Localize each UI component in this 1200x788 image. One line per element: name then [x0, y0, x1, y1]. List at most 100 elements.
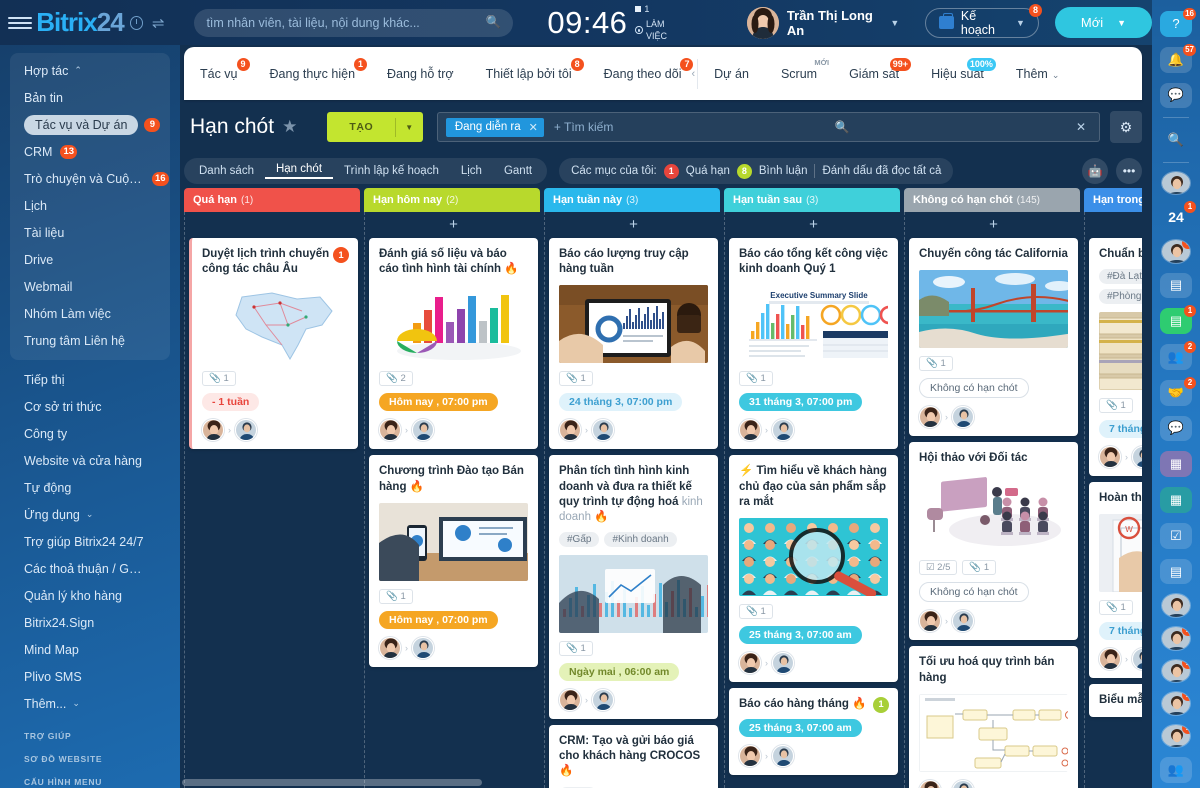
avatar[interactable]	[379, 636, 401, 659]
avatar[interactable]	[592, 689, 614, 712]
help-icon[interactable]: ? 16	[1160, 8, 1196, 37]
chevron-down-icon[interactable]: ⌄	[1052, 70, 1060, 80]
filter-chip[interactable]: Đang diễn ra ✕	[445, 117, 544, 137]
contact-card-icon[interactable]: ▤	[1160, 272, 1192, 299]
sidebar-link-8[interactable]: Quản lý kho hàng	[0, 582, 180, 609]
column-header[interactable]: Hạn tuần này (3)	[544, 188, 720, 212]
search-icon[interactable]: 🔍	[486, 15, 502, 30]
tab-4[interactable]: Đang theo dõi 7	[588, 57, 698, 81]
avatar[interactable]	[772, 651, 794, 674]
global-search-input[interactable]: tìm nhân viên, tài liệu, nội dung khác..…	[194, 8, 514, 37]
bitrix24-logo[interactable]: Bitrix24	[36, 7, 124, 38]
add-card-button[interactable]: +	[549, 212, 718, 238]
card-tag[interactable]: #Kinh doanh	[604, 532, 677, 548]
avatar[interactable]	[739, 419, 761, 442]
clock-icon[interactable]	[129, 15, 143, 30]
new-button[interactable]: Mới ▼	[1054, 7, 1153, 38]
avatar[interactable]	[235, 419, 257, 442]
more-options-icon[interactable]: •••	[1116, 158, 1142, 184]
sidebar-item-6[interactable]: Drive	[10, 246, 170, 273]
column-header[interactable]: Không có hạn chót (145)	[904, 188, 1080, 212]
tab-6[interactable]: Scrum MỚI	[765, 58, 833, 81]
mark-all-read-link[interactable]: Đánh dấu đã đọc tất cả	[822, 165, 941, 177]
sidebar-item-2[interactable]: CRM 13	[10, 138, 170, 165]
column-header[interactable]: Hạn hôm nay (2)	[364, 188, 540, 212]
column-header[interactable]: Hạn trong	[1084, 188, 1142, 212]
avatar[interactable]	[559, 419, 581, 442]
sidebar-link-1[interactable]: Cơ sở tri thức	[0, 393, 180, 420]
tab-9[interactable]: Thêm ⌄	[1000, 67, 1076, 81]
sidebar-item-7[interactable]: Webmail	[10, 273, 170, 300]
sidebar-link-10[interactable]: Mind Map	[0, 636, 180, 663]
view-tab-3[interactable]: Lịch	[450, 165, 493, 177]
filter-bar[interactable]: Đang diễn ra ✕ + Tìm kiếm 🔍 ✕	[436, 112, 1100, 142]
tab-1[interactable]: Đang thực hiện 1	[254, 57, 372, 81]
avatar[interactable]	[1099, 446, 1121, 469]
bell-icon[interactable]: 🔔 57	[1160, 43, 1196, 73]
check-box-icon[interactable]: ☑	[1160, 522, 1192, 549]
avatar[interactable]	[772, 745, 794, 768]
avatar[interactable]	[739, 651, 761, 674]
sidebar-item-1[interactable]: Tác vụ và Dự án 9	[10, 111, 170, 138]
card-tag[interactable]: #Đà Lạt	[1099, 269, 1142, 285]
avatar-icon[interactable]: 1	[1161, 691, 1191, 716]
sidebar-item-4[interactable]: Lịch	[10, 192, 170, 219]
avatar[interactable]	[202, 419, 224, 442]
view-tab-1[interactable]: Hạn chót	[264, 163, 334, 179]
avatar[interactable]	[412, 636, 434, 659]
plan-button[interactable]: Kế hoạch ▼ 8	[925, 3, 1042, 38]
chevron-down-icon[interactable]: ⌄	[72, 698, 80, 709]
sidebar-link-2[interactable]: Công ty	[0, 420, 180, 447]
avatar-icon[interactable]: 1	[1161, 625, 1191, 651]
close-icon[interactable]: ✕	[529, 121, 538, 134]
sidebar-link-5[interactable]: Ứng dụng ⌄	[0, 501, 180, 528]
task-card[interactable]: Phân tích tình hình kinh doanh và đưa ra…	[549, 455, 718, 720]
tab-2[interactable]: Đang hỗ trợ	[371, 67, 470, 81]
task-card[interactable]: Tối ưu hoá quy trình bán hàng›	[909, 646, 1078, 788]
sidebar-link-4[interactable]: Tự động	[0, 474, 180, 501]
overdue-label[interactable]: Quá hạn	[686, 165, 730, 177]
sliders-icon[interactable]: ⇌	[152, 14, 165, 32]
task-card[interactable]: Báo cáo tổng kết công việc kinh doanh Qu…	[729, 238, 898, 450]
avatar-icon[interactable]	[1161, 170, 1191, 196]
tab-0[interactable]: Tác vụ 9	[184, 57, 254, 81]
task-card[interactable]: Báo cáo hàng tháng 🔥 1 25 tháng 3, 07:00 a…	[729, 687, 898, 776]
id-card-icon[interactable]: ▤	[1160, 558, 1192, 585]
avatar[interactable]	[1132, 446, 1142, 469]
task-card[interactable]: Chuẩn bị h tháng 12 #Đà Lạt#mới#Phòng tr 📎…	[1089, 238, 1142, 477]
add-card-button[interactable]: +	[909, 212, 1078, 238]
sidebar-item-8[interactable]: Nhóm Làm việc	[10, 300, 170, 327]
task-card[interactable]: Báo cáo lượng truy cập hàng tuần 📎 1 24 th…	[549, 238, 718, 450]
sidebar-link-0[interactable]: Tiếp thị	[0, 366, 180, 393]
column-header[interactable]: Hạn tuần sau (3)	[724, 188, 900, 212]
work-status[interactable]: 1 LÀM VIỆC	[635, 3, 684, 42]
tab-5[interactable]: Dự án	[698, 67, 765, 81]
avatar-icon[interactable]: 1	[1161, 658, 1191, 684]
create-button[interactable]: TẠO ▼	[327, 112, 423, 142]
sidebar-link-7[interactable]: Các thoả thuận / Giao dịch	[0, 555, 180, 582]
comments-label[interactable]: Bình luận	[759, 165, 808, 177]
sidebar-group-header[interactable]: Hợp tác ⌃	[10, 57, 170, 84]
sidebar-item-5[interactable]: Tài liệu	[10, 219, 170, 246]
chat-group-icon[interactable]: 💬	[1160, 415, 1192, 442]
search-icon[interactable]: 🔍	[1160, 127, 1192, 153]
add-card-button[interactable]: +	[369, 212, 538, 238]
view-tab-2[interactable]: Trình lập kế hoạch	[333, 165, 450, 177]
settings-gear-icon[interactable]: ⚙	[1110, 111, 1142, 143]
tab-3[interactable]: Thiết lập bởi tôi 8	[470, 57, 588, 81]
tab-7[interactable]: Giám sát 99+	[833, 57, 915, 81]
search-icon[interactable]: 🔍	[830, 120, 855, 134]
avatar[interactable]	[412, 419, 434, 442]
people-icon[interactable]: 👥	[1160, 757, 1192, 783]
view-tab-4[interactable]: Gantt	[493, 165, 543, 177]
bitrix24-icon[interactable]: 24 1	[1160, 201, 1196, 230]
sidebar-footer-link-2[interactable]: CẤU HÌNH MENU	[24, 777, 180, 787]
clear-filter-icon[interactable]: ✕	[1071, 120, 1091, 134]
avatar[interactable]	[919, 610, 941, 633]
task-card[interactable]: Đánh giá số liệu và báo cáo tình hình tà…	[369, 238, 538, 450]
avatar[interactable]	[379, 419, 401, 442]
chat-icon[interactable]: 💬	[1160, 82, 1192, 109]
avatar[interactable]	[952, 610, 974, 633]
calendar-green-icon[interactable]: ▦	[1160, 487, 1192, 513]
chevron-down-icon[interactable]: ▼	[1016, 18, 1025, 28]
